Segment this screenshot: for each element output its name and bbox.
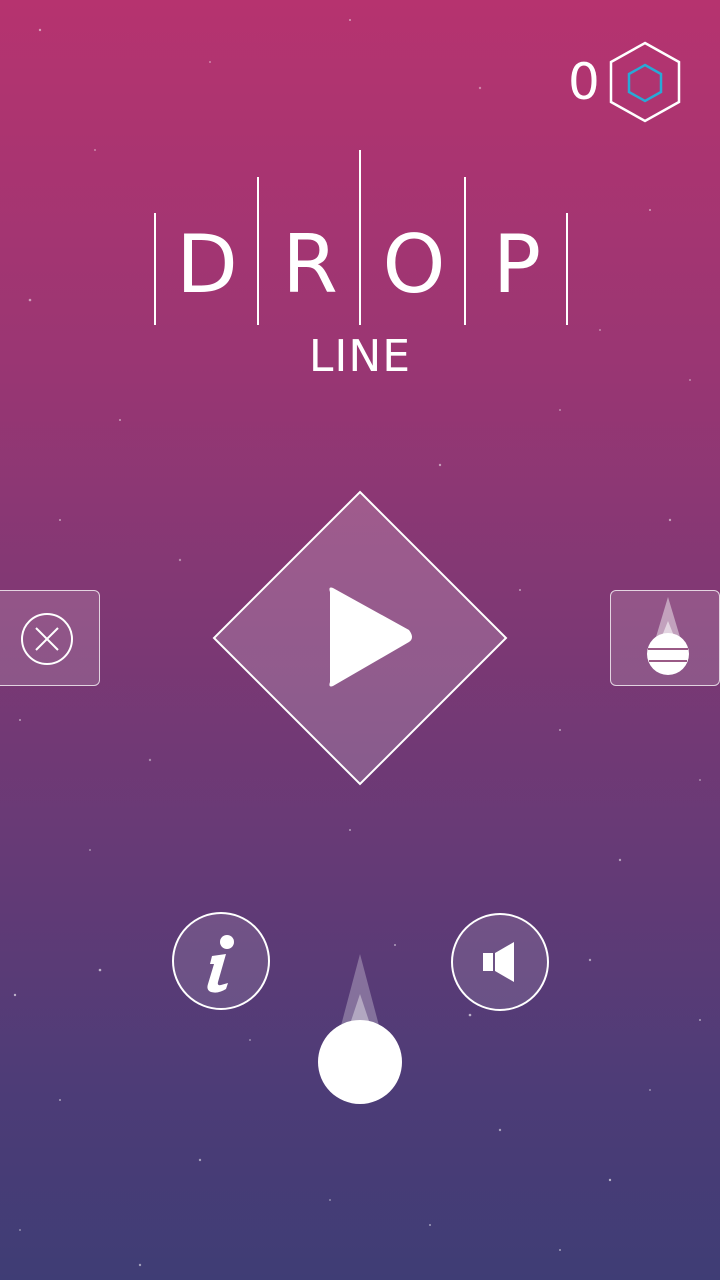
- play-diamond: [212, 490, 508, 786]
- title-letter-p: P: [492, 218, 542, 311]
- play-button[interactable]: [212, 490, 508, 786]
- gem-counter: 0: [560, 40, 690, 126]
- title-letter-r: R: [282, 218, 338, 311]
- gem-count: 0: [568, 53, 600, 111]
- drop-skins-tab[interactable]: [610, 590, 720, 686]
- info-icon: [207, 935, 234, 993]
- title-letter-o: O: [382, 218, 446, 311]
- game-title: D R O P LINE: [140, 145, 580, 385]
- speaker-icon: [483, 942, 514, 982]
- close-circle-icon: [21, 613, 73, 665]
- drop-ball-icon: [647, 597, 689, 675]
- player-ball: [318, 954, 402, 1104]
- close-tab[interactable]: [0, 590, 100, 686]
- game-subtitle: LINE: [308, 331, 412, 382]
- sound-button[interactable]: [451, 913, 549, 1011]
- title-letter-d: D: [176, 218, 238, 311]
- info-button[interactable]: [172, 912, 270, 1010]
- hexagon-gem-icon: [609, 41, 681, 123]
